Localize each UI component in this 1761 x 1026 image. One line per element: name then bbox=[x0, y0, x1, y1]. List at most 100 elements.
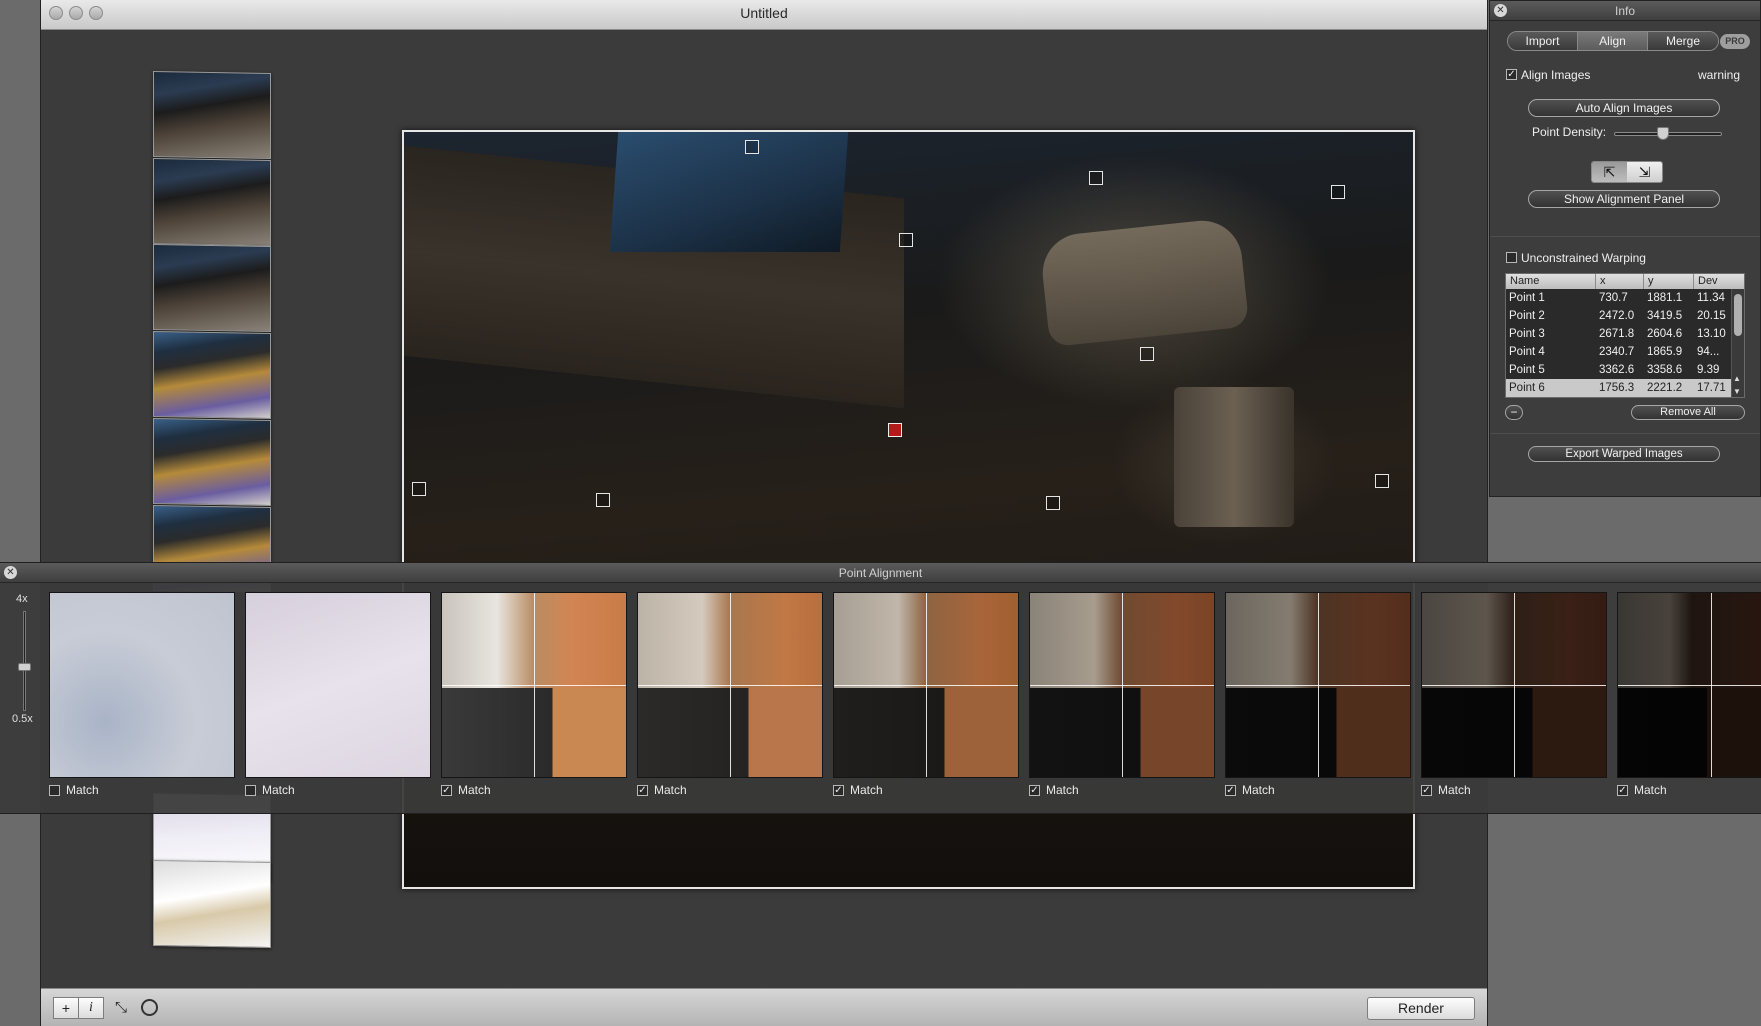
alignment-point-marker[interactable] bbox=[1046, 496, 1060, 510]
info-button[interactable]: i bbox=[78, 997, 104, 1019]
table-row[interactable]: Point 1 730.7 1881.1 11.34 bbox=[1506, 289, 1744, 307]
cell-name: Point 3 bbox=[1509, 328, 1545, 340]
point-alignment-titlebar[interactable]: ✕ Point Alignment bbox=[0, 563, 1761, 583]
alignment-point-marker[interactable] bbox=[1089, 171, 1103, 185]
image-thumbnail[interactable] bbox=[153, 243, 271, 333]
alignment-tile[interactable] bbox=[833, 592, 1019, 778]
unconstrained-warping-checkbox[interactable] bbox=[1506, 252, 1517, 263]
cell-dev: 9.39 bbox=[1697, 364, 1720, 376]
match-checkbox-row[interactable]: ✓ Match bbox=[637, 783, 687, 797]
alignment-point-marker[interactable] bbox=[412, 482, 426, 496]
match-checkbox-row[interactable]: ✓ Match bbox=[1225, 783, 1275, 797]
match-checkbox[interactable]: ✓ bbox=[1029, 784, 1040, 796]
match-checkbox-row[interactable]: ✓ Match bbox=[1617, 783, 1667, 797]
match-checkbox[interactable]: ✓ bbox=[441, 784, 452, 796]
divider bbox=[1490, 236, 1760, 237]
tab-merge[interactable]: Merge bbox=[1648, 32, 1718, 50]
cell-x: 2472.0 bbox=[1599, 310, 1635, 322]
match-checkbox[interactable] bbox=[245, 784, 256, 796]
zoom-slider-knob[interactable] bbox=[18, 663, 31, 671]
cell-dev: 17.71 bbox=[1697, 382, 1726, 394]
match-checkbox[interactable]: ✓ bbox=[1421, 784, 1432, 796]
image-thumbnail[interactable] bbox=[153, 70, 271, 160]
scroll-up-icon[interactable]: ▲ bbox=[1733, 374, 1741, 383]
unconstrained-warping-label: Unconstrained Warping bbox=[1521, 251, 1646, 265]
cell-dev: 20.15 bbox=[1697, 310, 1726, 322]
point-alignment-panel: ✕ Point Alignment 4x 0.5x Match Match ✓ … bbox=[0, 562, 1761, 814]
alignment-point-marker[interactable] bbox=[1375, 474, 1389, 488]
info-panel-title: Info bbox=[1614, 4, 1635, 18]
column-header-y[interactable]: y bbox=[1644, 274, 1694, 289]
cell-name: Point 5 bbox=[1509, 364, 1545, 376]
fullscreen-icon[interactable]: ⤡ bbox=[115, 999, 127, 1016]
point-tool-toggle: ⇱ ⇲ bbox=[1591, 161, 1663, 183]
match-checkbox-row[interactable]: Match bbox=[245, 783, 295, 797]
image-thumbnail[interactable] bbox=[153, 157, 271, 247]
add-image-button[interactable]: + bbox=[53, 997, 79, 1019]
column-header-dev[interactable]: Dev bbox=[1694, 274, 1730, 289]
alignment-tile[interactable] bbox=[1421, 592, 1607, 778]
cell-dev: 13.10 bbox=[1697, 328, 1726, 340]
alignment-point-marker[interactable] bbox=[899, 233, 913, 247]
point-density-slider-knob[interactable] bbox=[1656, 127, 1669, 140]
match-checkbox-row[interactable]: ✓ Match bbox=[833, 783, 883, 797]
scroll-down-icon[interactable]: ▼ bbox=[1733, 387, 1741, 396]
match-checkbox[interactable] bbox=[49, 784, 60, 796]
match-checkbox-row[interactable]: ✓ Match bbox=[1421, 783, 1471, 797]
column-header-name[interactable]: Name bbox=[1506, 274, 1596, 289]
cell-name: Point 6 bbox=[1509, 382, 1545, 394]
alignment-tile[interactable] bbox=[49, 592, 235, 778]
window-titlebar[interactable]: Untitled bbox=[41, 0, 1487, 30]
match-checkbox-row[interactable]: ✓ Match bbox=[441, 783, 491, 797]
table-scrollbar[interactable]: ▲ ▼ bbox=[1731, 289, 1744, 397]
alignment-tile[interactable] bbox=[1029, 592, 1215, 778]
alignment-tile[interactable] bbox=[1225, 592, 1411, 778]
auto-align-images-button[interactable]: Auto Align Images bbox=[1528, 99, 1720, 117]
alignment-point-marker[interactable] bbox=[1331, 185, 1345, 199]
move-point-tool-icon[interactable]: ⇱ bbox=[1592, 162, 1627, 182]
match-checkbox[interactable]: ✓ bbox=[1617, 784, 1628, 796]
cell-name: Point 4 bbox=[1509, 346, 1545, 358]
zoom-max-label: 4x bbox=[16, 593, 28, 605]
alignment-tile[interactable] bbox=[1617, 592, 1761, 778]
alignment-tile[interactable] bbox=[637, 592, 823, 778]
zoom-slider-track[interactable] bbox=[23, 611, 26, 711]
match-checkbox[interactable]: ✓ bbox=[833, 784, 844, 796]
match-checkbox[interactable]: ✓ bbox=[637, 784, 648, 796]
alignment-point-marker[interactable] bbox=[745, 140, 759, 154]
scrollbar-thumb[interactable] bbox=[1734, 294, 1742, 336]
table-row-selected[interactable]: Point 6 1756.3 2221.2 17.71 bbox=[1506, 379, 1744, 397]
show-alignment-panel-button[interactable]: Show Alignment Panel bbox=[1528, 190, 1720, 208]
alignment-point-marker[interactable] bbox=[596, 493, 610, 507]
remove-all-button[interactable]: Remove All bbox=[1631, 405, 1745, 420]
alignment-tile[interactable] bbox=[245, 592, 431, 778]
alignment-points-table[interactable]: Name x y Dev Point 1 730.7 1881.1 11.34 … bbox=[1505, 273, 1745, 398]
table-row[interactable]: Point 4 2340.7 1865.9 94... bbox=[1506, 343, 1744, 361]
image-thumbnail[interactable] bbox=[153, 330, 271, 420]
column-header-x[interactable]: x bbox=[1596, 274, 1644, 289]
tab-import[interactable]: Import bbox=[1508, 32, 1578, 50]
point-alignment-title: Point Alignment bbox=[838, 566, 923, 580]
cell-name: Point 2 bbox=[1509, 310, 1545, 322]
alignment-point-marker[interactable] bbox=[1140, 347, 1154, 361]
export-warped-images-button[interactable]: Export Warped Images bbox=[1528, 446, 1720, 462]
align-images-label: Align Images bbox=[1521, 68, 1591, 82]
table-row[interactable]: Point 5 3362.6 3358.6 9.39 bbox=[1506, 361, 1744, 379]
match-checkbox-row[interactable]: Match bbox=[49, 783, 99, 797]
selected-alignment-point-marker[interactable] bbox=[888, 423, 902, 437]
remove-point-button[interactable]: − bbox=[1505, 405, 1523, 420]
render-button[interactable]: Render bbox=[1367, 997, 1475, 1020]
table-row[interactable]: Point 3 2671.8 2604.6 13.10 bbox=[1506, 325, 1744, 343]
image-thumbnail[interactable] bbox=[153, 859, 271, 949]
tab-align[interactable]: Align bbox=[1578, 32, 1648, 50]
alignment-tile[interactable] bbox=[441, 592, 627, 778]
zoom-slider[interactable]: 4x 0.5x bbox=[12, 593, 38, 725]
match-checkbox[interactable]: ✓ bbox=[1225, 784, 1236, 796]
match-checkbox-row[interactable]: ✓ Match bbox=[1029, 783, 1079, 797]
cell-x: 3362.6 bbox=[1599, 364, 1635, 376]
align-images-checkbox[interactable]: ✓ bbox=[1506, 69, 1517, 80]
info-panel-titlebar[interactable]: ✕ Info bbox=[1490, 1, 1760, 21]
image-thumbnail[interactable] bbox=[153, 417, 271, 507]
table-row[interactable]: Point 2 2472.0 3419.5 20.15 bbox=[1506, 307, 1744, 325]
add-point-tool-icon[interactable]: ⇲ bbox=[1627, 162, 1662, 182]
